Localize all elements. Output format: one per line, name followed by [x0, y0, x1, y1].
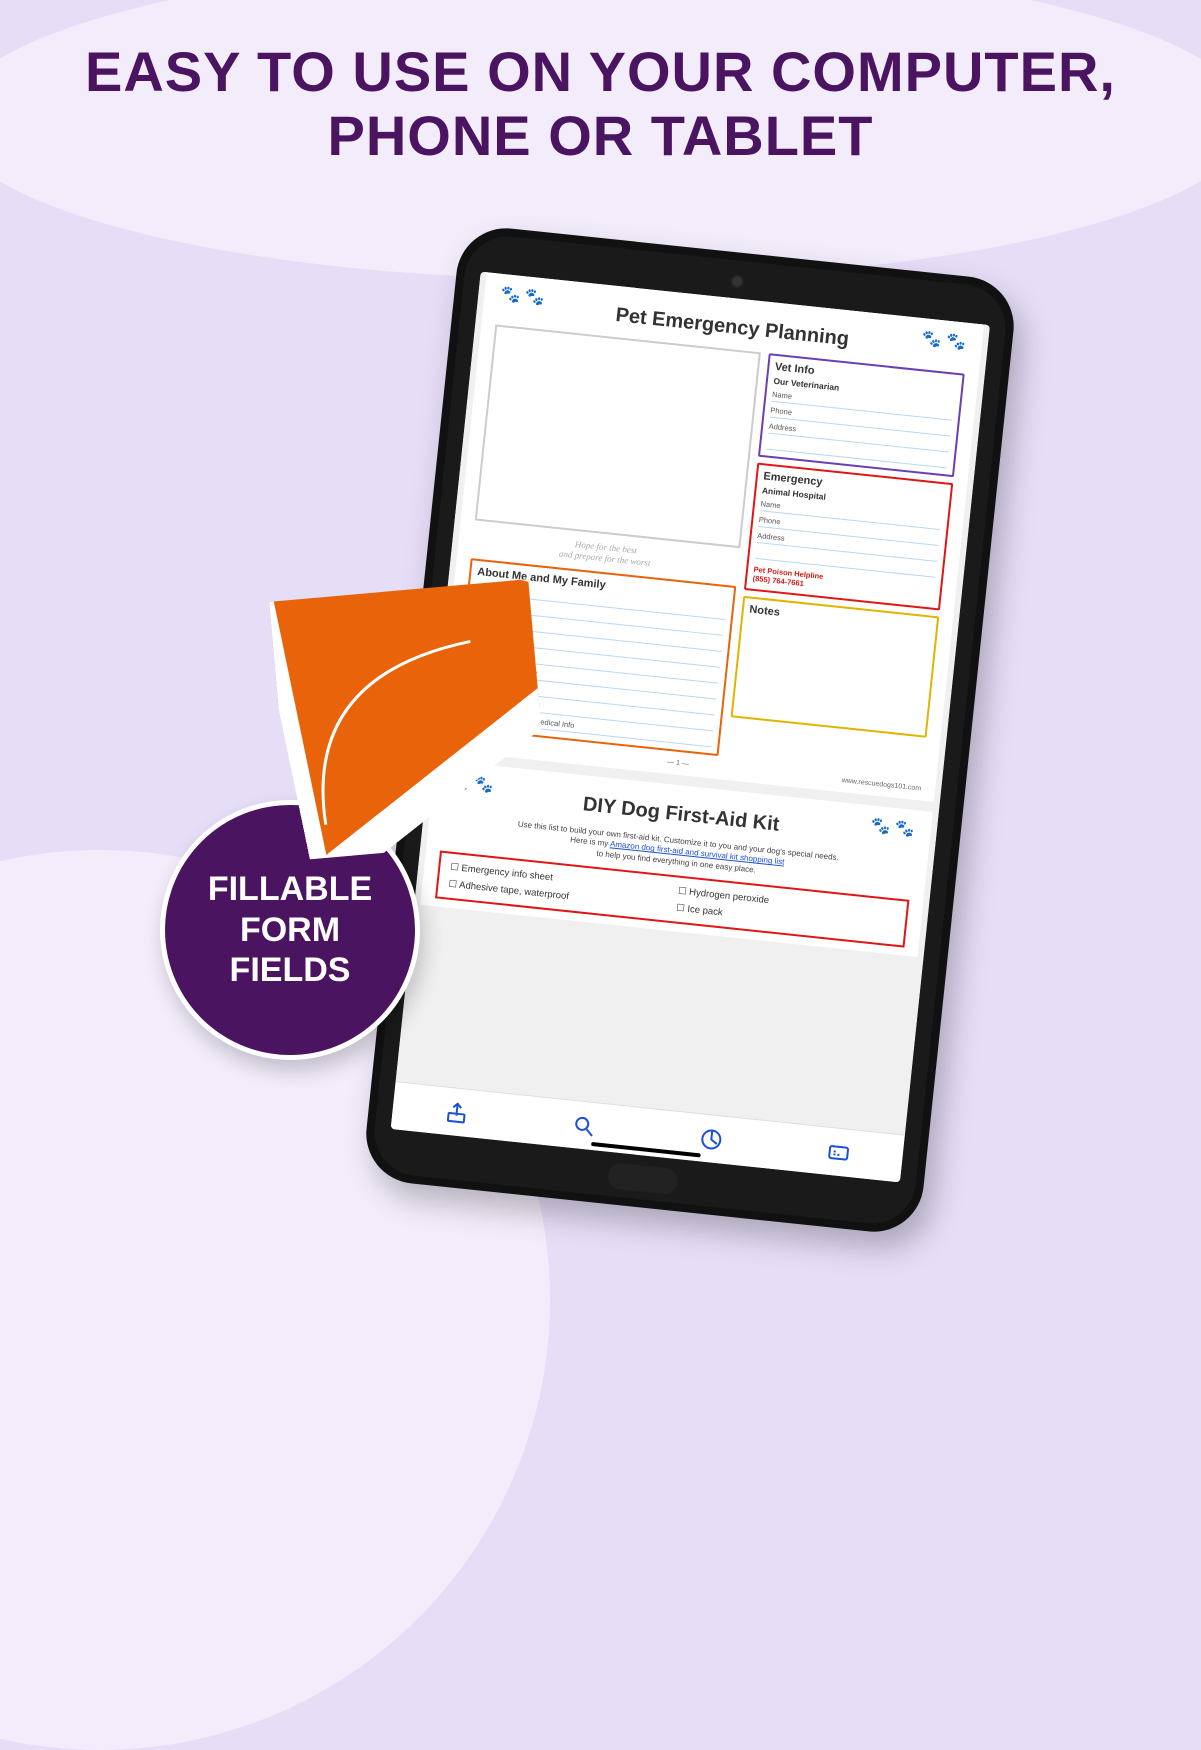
notes-field[interactable] — [739, 619, 929, 729]
search-icon[interactable] — [571, 1112, 597, 1138]
badge-text: FILLABLE FORM FIELDS — [185, 869, 395, 991]
share-icon[interactable] — [444, 1099, 470, 1125]
pet-photo-placeholder[interactable] — [475, 324, 761, 548]
camera-dot — [729, 274, 744, 289]
callout-arrow-icon — [269, 579, 551, 861]
annotate-icon[interactable] — [825, 1139, 851, 1165]
vet-info-box: Vet Info Our Veterinarian Name Phone Add… — [757, 353, 964, 477]
draw-icon[interactable] — [698, 1126, 724, 1152]
site-url: www.rescuedogs101.com — [841, 777, 921, 792]
headline: EASY TO USE ON YOUR COMPUTER, PHONE OR T… — [0, 40, 1201, 169]
home-button[interactable] — [607, 1162, 679, 1195]
notes-box: Notes — [730, 596, 939, 738]
emergency-box: Emergency Animal Hospital Name Phone Add… — [743, 463, 953, 611]
home-indicator — [591, 1142, 701, 1157]
